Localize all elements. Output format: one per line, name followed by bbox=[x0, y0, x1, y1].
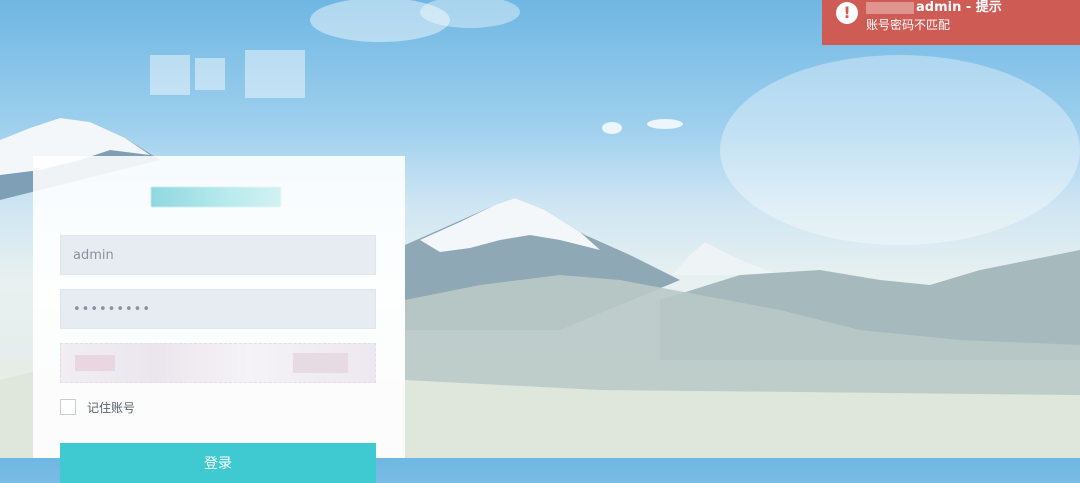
username-input[interactable] bbox=[60, 235, 376, 275]
remember-account[interactable]: 记住账号 bbox=[60, 397, 135, 417]
error-notification: ! admin - 提示 账号密码不匹配 bbox=[822, 0, 1080, 45]
captcha-noise bbox=[293, 353, 348, 373]
logo bbox=[151, 187, 281, 207]
login-button[interactable]: 登录 bbox=[60, 443, 376, 483]
captcha-noise bbox=[75, 355, 115, 371]
blurred-watermark bbox=[150, 55, 190, 95]
redacted-username bbox=[866, 1, 914, 14]
password-input[interactable] bbox=[60, 289, 376, 329]
remember-label: 记住账号 bbox=[87, 400, 136, 415]
remember-checkbox[interactable] bbox=[60, 399, 76, 415]
blurred-watermark bbox=[195, 58, 225, 90]
blurred-watermark bbox=[245, 50, 305, 98]
notification-title: admin - 提示 bbox=[866, 0, 1002, 15]
captcha-image[interactable] bbox=[60, 343, 376, 383]
notification-message: 账号密码不匹配 bbox=[866, 18, 951, 32]
login-card: 记住账号 登录 bbox=[33, 156, 405, 483]
alert-shield-icon: ! bbox=[836, 2, 858, 24]
